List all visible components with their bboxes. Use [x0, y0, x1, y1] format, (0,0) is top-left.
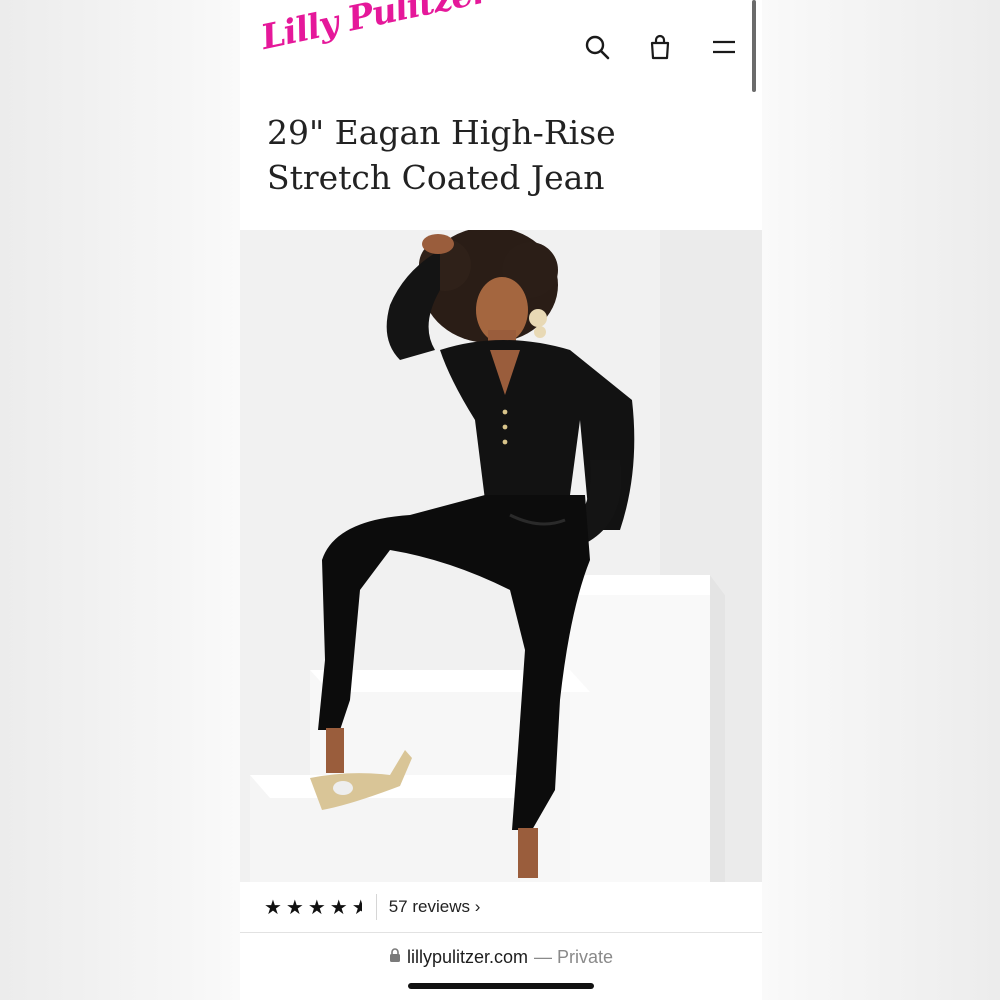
stars-full: ★★★★ [264, 895, 352, 919]
half-star-icon: ★ [352, 895, 362, 919]
mobile-viewport: Lilly Pulitzer 29" Eagan High-Rise Stret… [240, 0, 762, 1000]
shopping-bag-icon[interactable] [643, 30, 677, 64]
reviews-link[interactable]: 57 reviews › [389, 897, 481, 917]
browser-url-bar[interactable]: lillypulitzer.com — Private [240, 934, 762, 980]
menu-icon[interactable] [707, 30, 741, 64]
divider [375, 894, 377, 920]
product-title: 29" Eagan High-Rise Stretch Coated Jean [267, 113, 616, 197]
rating-row: ★★★★★ 57 reviews › [240, 882, 762, 933]
product-image[interactable] [240, 230, 762, 882]
private-mode-label: — Private [534, 946, 614, 967]
site-header: Lilly Pulitzer [240, 0, 762, 98]
lock-icon [389, 947, 401, 968]
home-indicator[interactable] [408, 983, 594, 989]
url-domain: lillypulitzer.com [406, 946, 528, 967]
star-rating: ★★★★★ [264, 895, 362, 919]
search-icon[interactable] [580, 30, 614, 64]
brand-logo[interactable]: Lilly Pulitzer [258, 0, 492, 58]
